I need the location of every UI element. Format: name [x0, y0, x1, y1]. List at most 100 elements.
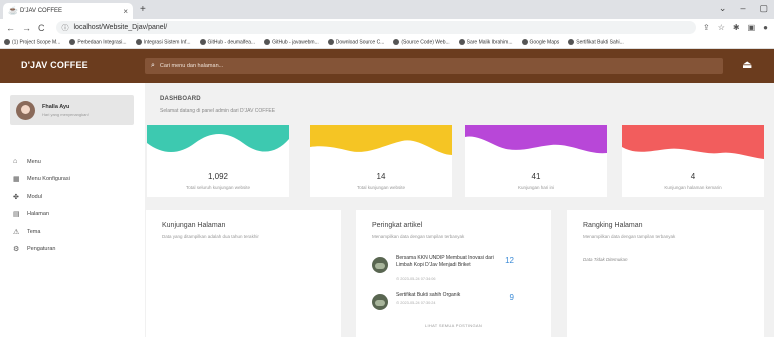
- new-tab-icon[interactable]: +: [140, 4, 146, 15]
- bookmark-icon: [521, 38, 528, 45]
- profile-role: Hari yang menyenangkan!: [42, 111, 89, 117]
- article-thumbnail: [372, 294, 388, 310]
- wave-graphic: [147, 125, 289, 152]
- sidebar-menu: ⌂ Menu ▦ Menu Konfigurasi ✤ Modul ▤ Hala…: [0, 153, 145, 258]
- chevron-down-icon[interactable]: ⌄: [719, 3, 727, 14]
- list-item[interactable]: Bersama KKN UNDIP Membuat Inovasi dari L…: [372, 255, 518, 285]
- app-header: D'JAV COFFEE ⌕ ⏏: [0, 49, 774, 83]
- star-icon[interactable]: ☆: [718, 23, 725, 32]
- grid-icon: ▦: [13, 176, 20, 184]
- url-field[interactable]: ⓘ localhost/Website_Djav/panel/: [55, 21, 696, 34]
- bookmark-label: Download Source C...: [335, 39, 385, 46]
- wave-shape: [147, 125, 289, 152]
- close-tab-icon[interactable]: ×: [123, 7, 128, 16]
- search-box[interactable]: ⌕: [145, 58, 723, 74]
- article-thumbnail: [372, 257, 388, 273]
- sidebar-item-label: Pengaturan: [27, 246, 56, 253]
- sidebar-item-pengaturan[interactable]: ⚙ Pengaturan: [0, 241, 145, 259]
- reload-icon[interactable]: C: [38, 23, 45, 33]
- bookmark-item[interactable]: Integrasi Sistem Inf...: [135, 38, 191, 46]
- sidebar-item-label: Halaman: [27, 211, 50, 218]
- bookmark-item[interactable]: Sare Malik Ibrahim...: [458, 38, 513, 46]
- article-date-text: 2023-05-24 07:34:06: [400, 277, 436, 281]
- search-icon: ⌕: [151, 62, 155, 69]
- panel-description: Menampilkan data dengan tampilan terbany…: [583, 234, 676, 239]
- sidebar-item-label: Menu: [27, 158, 41, 165]
- back-icon[interactable]: ←: [6, 23, 15, 33]
- browser-actions: ⇪ ☆ ✱ ▣ ●: [703, 23, 768, 32]
- panel-title: Peringkat artikel: [372, 222, 423, 229]
- bookmark-icon: [264, 38, 271, 45]
- forward-icon[interactable]: →: [22, 23, 31, 33]
- bookmark-icon: [4, 38, 10, 45]
- bookmark-label: Integrasi Sistem Inf...: [143, 39, 191, 46]
- article-title[interactable]: Bersama KKN UNDIP Membuat Inovasi dari L…: [396, 255, 498, 268]
- bookmark-label: Google Maps: [529, 39, 560, 46]
- stat-card-today-visits: 41 Kunjungan hari ini: [465, 125, 607, 197]
- bookmark-item[interactable]: (Source Code) Web...: [393, 38, 450, 45]
- bookmark-item[interactable]: (1) Project Scope M...: [4, 38, 60, 45]
- page-icon: ▤: [13, 211, 20, 219]
- wave-graphic: [465, 125, 607, 154]
- bookmark-item[interactable]: GitHub - deumalfea...: [199, 38, 256, 46]
- bookmark-icon: [135, 38, 142, 45]
- article-ranking-panel: Peringkat artikel Menampilkan data denga…: [356, 210, 551, 337]
- share-icon[interactable]: ⇪: [703, 23, 710, 32]
- article-title[interactable]: Sertifikat Bukti sahih Organik: [396, 292, 498, 299]
- stat-value: 4: [690, 172, 696, 181]
- bookmark-item[interactable]: Sertifikat Bukti Sahi...: [568, 38, 624, 46]
- stat-label: Total seluruh kunjungan website: [185, 185, 251, 190]
- stat-card-total-visits: 1,092 Total seluruh kunjungan website: [147, 125, 289, 197]
- page-title: DASHBOARD: [160, 96, 201, 102]
- extensions-icon[interactable]: ✱: [733, 23, 740, 32]
- info-icon[interactable]: ⓘ: [62, 23, 69, 33]
- view-count: 9: [509, 293, 514, 302]
- stat-value: 14: [376, 172, 386, 181]
- list-item[interactable]: Sertifikat Bukti sahih Organik ⊙ 2023-05…: [372, 292, 518, 316]
- bookmark-icon: [199, 38, 206, 45]
- bookmark-item[interactable]: GitHub - javawebm...: [264, 38, 319, 45]
- maximize-icon[interactable]: ▢: [759, 3, 768, 14]
- sidebar-item-menu-konfigurasi[interactable]: ▦ Menu Konfigurasi: [0, 171, 145, 189]
- page-subtitle: Selamat datang di panel admin dari D'JAV…: [160, 108, 276, 114]
- panel-description: Menampilkan data dengan tampilan terbany…: [372, 234, 465, 239]
- bookmark-label: GitHub - deumalfea...: [207, 39, 256, 46]
- minimize-icon[interactable]: –: [740, 3, 745, 14]
- wave-graphic: [310, 125, 452, 155]
- sidebar-item-modul[interactable]: ✤ Modul: [0, 188, 145, 206]
- bookmarks-bar: (1) Project Scope M... Perbedaan Integras…: [0, 36, 774, 49]
- bookmark-label: Sare Malik Ibrahim...: [466, 39, 513, 46]
- sidebar-item-tema[interactable]: ⚠ Tema: [0, 223, 145, 241]
- profile-icon[interactable]: ●: [763, 23, 768, 32]
- panel-description: Data yang ditampilkan adalah dua tahun t…: [162, 234, 259, 239]
- avatar: [16, 100, 35, 120]
- stat-value: 41: [531, 172, 541, 181]
- sidebar-item-menu[interactable]: ⌂ Menu: [0, 153, 145, 171]
- visits-panel: Kunjungan Halaman Data yang ditampilkan …: [146, 210, 341, 337]
- view-count: 12: [505, 256, 514, 265]
- profile-card[interactable]: Fhalla Ayu Hari yang menyenangkan!: [10, 95, 134, 125]
- stat-card-website-visits: 14 Total kunjungan website: [310, 125, 452, 197]
- brand-logo[interactable]: D'JAV COFFEE: [21, 60, 88, 70]
- browser-tab-bar: ☕ D'JAV COFFEE × + ⌄ – ▢: [0, 0, 774, 19]
- see-all-posts-link[interactable]: LIHAT SEMUA POSTINGAN: [356, 323, 551, 328]
- bookmark-label: Sertifikat Bukti Sahi...: [576, 39, 624, 46]
- bookmark-icon: [568, 38, 575, 45]
- search-input[interactable]: [159, 63, 560, 69]
- wave-graphic: [622, 125, 764, 159]
- sidebar-item-label: Menu Konfigurasi: [27, 176, 70, 183]
- bookmark-item[interactable]: Google Maps: [521, 38, 560, 46]
- stat-label: Kunjungan hari ini: [517, 185, 555, 190]
- tab-title: D'JAV COFFEE: [20, 8, 63, 14]
- bookmark-item[interactable]: Perbedaan Integrasi...: [69, 38, 127, 45]
- sidebar-item-halaman[interactable]: ▤ Halaman: [0, 206, 145, 224]
- page-ranking-panel: Rangking Halaman Menampilkan data dengan…: [567, 210, 764, 337]
- bookmark-item[interactable]: Download Source C...: [327, 38, 385, 46]
- profile-name: Fhalla Ayu: [42, 103, 70, 110]
- sidepanel-icon[interactable]: ▣: [748, 23, 756, 32]
- logout-icon[interactable]: ⏏: [742, 58, 752, 71]
- profile-info: Fhalla Ayu Hari yang menyenangkan!: [42, 104, 89, 117]
- stat-label: Total kunjungan website: [356, 185, 406, 190]
- gear-icon: ⚙: [13, 246, 20, 254]
- browser-tab[interactable]: ☕ D'JAV COFFEE ×: [3, 3, 133, 19]
